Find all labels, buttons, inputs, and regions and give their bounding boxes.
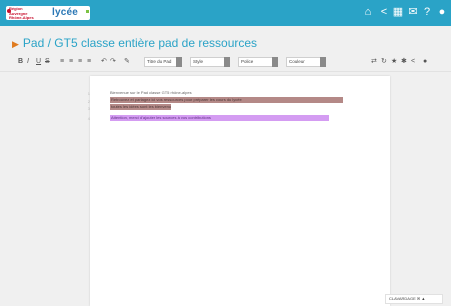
star-icon[interactable]: ★ bbox=[391, 56, 397, 68]
chevron-down-icon bbox=[272, 57, 278, 67]
line-number: 4 bbox=[87, 116, 90, 121]
color-select[interactable]: Couleur bbox=[286, 57, 326, 67]
outdent-button[interactable]: ≡ bbox=[87, 56, 91, 68]
chat-button-label: CLAVARDAGE bbox=[389, 296, 416, 301]
italic-button[interactable]: I bbox=[27, 56, 29, 68]
chevron-down-icon bbox=[224, 57, 230, 67]
font-select[interactable]: Police bbox=[238, 57, 278, 67]
indent-button[interactable]: ≡ bbox=[78, 56, 82, 68]
style-select[interactable]: Style bbox=[190, 57, 230, 67]
line-number: 2 bbox=[87, 99, 90, 104]
undo-button[interactable]: ↶ bbox=[101, 56, 107, 68]
history-icon[interactable]: ↻ bbox=[381, 56, 387, 68]
editor-page[interactable] bbox=[90, 76, 390, 306]
pad-title-text: Pad / GT5 classe entière pad de ressourc… bbox=[22, 36, 258, 50]
font-select-value: Police bbox=[241, 59, 254, 64]
import-export-icon[interactable]: ⇄ bbox=[371, 56, 377, 68]
editor-toolbar: B I U S ≡ ≡ ≡ ≡ ↶ ↷ ✎ Titre du Pad Style… bbox=[18, 56, 451, 68]
unordered-list-button[interactable]: ≡ bbox=[69, 56, 73, 68]
chevron-down-icon bbox=[320, 57, 326, 67]
line-number: 1 bbox=[87, 91, 90, 96]
chat-icon: ✉ ▲ bbox=[416, 296, 426, 301]
heading-select-value: Titre du Pad bbox=[147, 59, 172, 64]
heading-select[interactable]: Titre du Pad bbox=[144, 57, 182, 67]
redo-button[interactable]: ↷ bbox=[110, 56, 116, 68]
user-icon[interactable]: ● bbox=[436, 6, 448, 19]
pad-line-3[interactable]: toutes les idées sont les bienvenues bbox=[110, 104, 171, 110]
strikethrough-button[interactable]: S bbox=[45, 56, 50, 68]
page-title: ▶ Pad / GT5 classe entière pad de ressour… bbox=[12, 36, 257, 50]
color-select-value: Couleur bbox=[289, 59, 305, 64]
home-icon[interactable]: ⌂ bbox=[362, 6, 374, 19]
share-icon[interactable]: < bbox=[378, 6, 390, 19]
lycee-logo[interactable]: Région Auvergne Rhône-Alpes lycée bbox=[6, 6, 90, 20]
pad-line-2[interactable]: Retrouvez et partagez ici vos ressources… bbox=[110, 97, 343, 103]
bold-button[interactable]: B bbox=[18, 56, 23, 68]
region-logo-text: Région Auvergne Rhône-Alpes bbox=[9, 6, 34, 20]
pad-line-4[interactable]: Attention, merci d'ajouter les sources à… bbox=[110, 115, 329, 121]
settings-icon[interactable]: ✱ bbox=[401, 56, 407, 68]
top-bar: Région Auvergne Rhône-Alpes lycée ⌂ < ▦ … bbox=[0, 0, 451, 26]
logo-accent-mark bbox=[86, 10, 89, 13]
mail-icon[interactable]: ✉ bbox=[407, 6, 419, 19]
apps-grid-icon[interactable]: ▦ bbox=[392, 6, 404, 19]
line-number: 3 bbox=[87, 106, 90, 111]
chat-button[interactable]: CLAVARDAGE ✉ ▲ bbox=[385, 294, 443, 304]
clear-authorship-button[interactable]: ✎ bbox=[124, 56, 130, 68]
breadcrumb-arrow-icon: ▶ bbox=[12, 39, 19, 49]
ordered-list-button[interactable]: ≡ bbox=[60, 56, 64, 68]
underline-button[interactable]: U bbox=[36, 56, 41, 68]
share-icon[interactable]: < bbox=[411, 56, 415, 68]
pad-line-1[interactable]: Bienvenue sur le Pad classe GT5 rhône-al… bbox=[110, 90, 192, 95]
style-select-value: Style bbox=[193, 59, 204, 64]
chevron-down-icon bbox=[176, 57, 182, 67]
help-icon[interactable]: ? bbox=[421, 6, 433, 19]
toolbar-divider bbox=[0, 71, 451, 72]
users-icon[interactable]: ● bbox=[423, 56, 427, 68]
lycee-logo-text: lycée bbox=[52, 7, 79, 18]
